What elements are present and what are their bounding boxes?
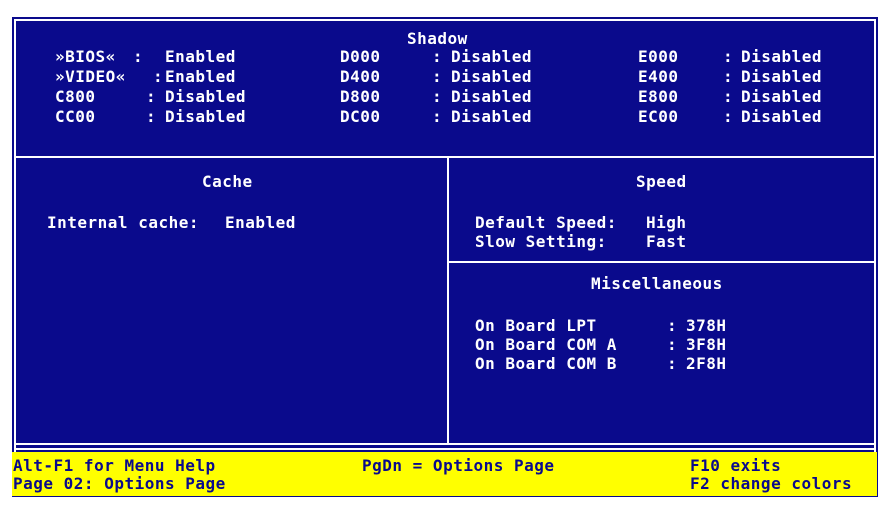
shadow-value: Enabled bbox=[165, 67, 236, 86]
cache-title: Cache bbox=[202, 172, 253, 191]
exit-hint: F10 exits bbox=[690, 456, 782, 475]
misc-label: On Board COM B bbox=[475, 354, 617, 373]
shadow-value: Disabled bbox=[741, 87, 823, 106]
border-outer-right bbox=[878, 15, 880, 499]
shadow-sep: : bbox=[723, 107, 734, 126]
shadow-key: E400 bbox=[638, 67, 679, 86]
shadow-key: DC00 bbox=[340, 107, 381, 126]
shadow-value: Disabled bbox=[741, 47, 823, 66]
misc-value: 3F8H bbox=[686, 335, 727, 354]
page-indicator: Page 02: Options Page bbox=[13, 474, 226, 493]
pgdn-hint: PgDn = Options Page bbox=[362, 456, 555, 475]
shadow-value: Disabled bbox=[451, 47, 533, 66]
shadow-key: D800 bbox=[340, 87, 381, 106]
shadow-value: Disabled bbox=[165, 87, 247, 106]
speed-slow-label: Slow Setting: bbox=[475, 232, 607, 251]
border-inner-left bbox=[14, 19, 16, 495]
shadow-sep: : bbox=[133, 47, 144, 66]
shadow-key: D000 bbox=[340, 47, 381, 66]
border-outer-left bbox=[10, 15, 12, 499]
shadow-sep: : bbox=[432, 47, 443, 66]
speed-default-value: High bbox=[646, 213, 687, 232]
vertical-divider bbox=[447, 156, 449, 444]
shadow-key: »VIDEO« bbox=[55, 67, 126, 86]
speed-title: Speed bbox=[636, 172, 687, 191]
shadow-sep: : bbox=[723, 87, 734, 106]
misc-sep: : bbox=[667, 316, 678, 335]
bios-setup-panel: Shadow »BIOS« : Enabled »VIDEO« : Enable… bbox=[10, 15, 880, 499]
shadow-key: E800 bbox=[638, 87, 679, 106]
shadow-value: Disabled bbox=[451, 107, 533, 126]
shadow-value: Disabled bbox=[451, 67, 533, 86]
shadow-sep: : bbox=[153, 67, 164, 86]
help-bar: Alt-F1 for Menu Help Page 02: Options Pa… bbox=[12, 452, 877, 496]
shadow-key: CC00 bbox=[55, 107, 126, 126]
shadow-value: Disabled bbox=[165, 107, 247, 126]
shadow-key: »BIOS« bbox=[55, 47, 126, 66]
misc-label: On Board COM A bbox=[475, 335, 617, 354]
speed-slow-value: Fast bbox=[646, 232, 687, 251]
shadow-value: Enabled bbox=[165, 47, 236, 66]
speed-misc-divider bbox=[447, 261, 876, 263]
shadow-sep: : bbox=[432, 107, 443, 126]
border-inner-top bbox=[14, 19, 876, 21]
shadow-sep: : bbox=[146, 87, 157, 106]
shadow-divider bbox=[14, 156, 876, 158]
shadow-value: Disabled bbox=[741, 67, 823, 86]
shadow-sep: : bbox=[146, 107, 157, 126]
shadow-title: Shadow bbox=[407, 29, 468, 48]
menu-help-hint: Alt-F1 for Menu Help bbox=[13, 456, 216, 475]
border-outer-top bbox=[10, 15, 880, 17]
footer-divider-2 bbox=[14, 448, 876, 450]
misc-sep: : bbox=[667, 335, 678, 354]
shadow-key: E000 bbox=[638, 47, 679, 66]
footer-divider-1 bbox=[14, 443, 876, 445]
bios-screen: Shadow »BIOS« : Enabled »VIDEO« : Enable… bbox=[0, 0, 889, 506]
shadow-value: Disabled bbox=[741, 107, 823, 126]
shadow-sep: : bbox=[432, 87, 443, 106]
shadow-sep: : bbox=[723, 67, 734, 86]
shadow-key: D400 bbox=[340, 67, 381, 86]
border-outer-bottom bbox=[10, 497, 880, 499]
misc-value: 2F8H bbox=[686, 354, 727, 373]
misc-title: Miscellaneous bbox=[591, 274, 723, 293]
shadow-key: C800 bbox=[55, 87, 126, 106]
shadow-value: Disabled bbox=[451, 87, 533, 106]
border-inner-right bbox=[874, 19, 876, 495]
misc-label: On Board LPT bbox=[475, 316, 597, 335]
misc-value: 378H bbox=[686, 316, 727, 335]
shadow-sep: : bbox=[432, 67, 443, 86]
change-colors-hint: F2 change colors bbox=[690, 474, 853, 493]
shadow-sep: : bbox=[723, 47, 734, 66]
cache-label: Internal cache: bbox=[47, 213, 199, 232]
misc-sep: : bbox=[667, 354, 678, 373]
shadow-key: EC00 bbox=[638, 107, 679, 126]
speed-default-label: Default Speed: bbox=[475, 213, 617, 232]
cache-value: Enabled bbox=[225, 213, 296, 232]
